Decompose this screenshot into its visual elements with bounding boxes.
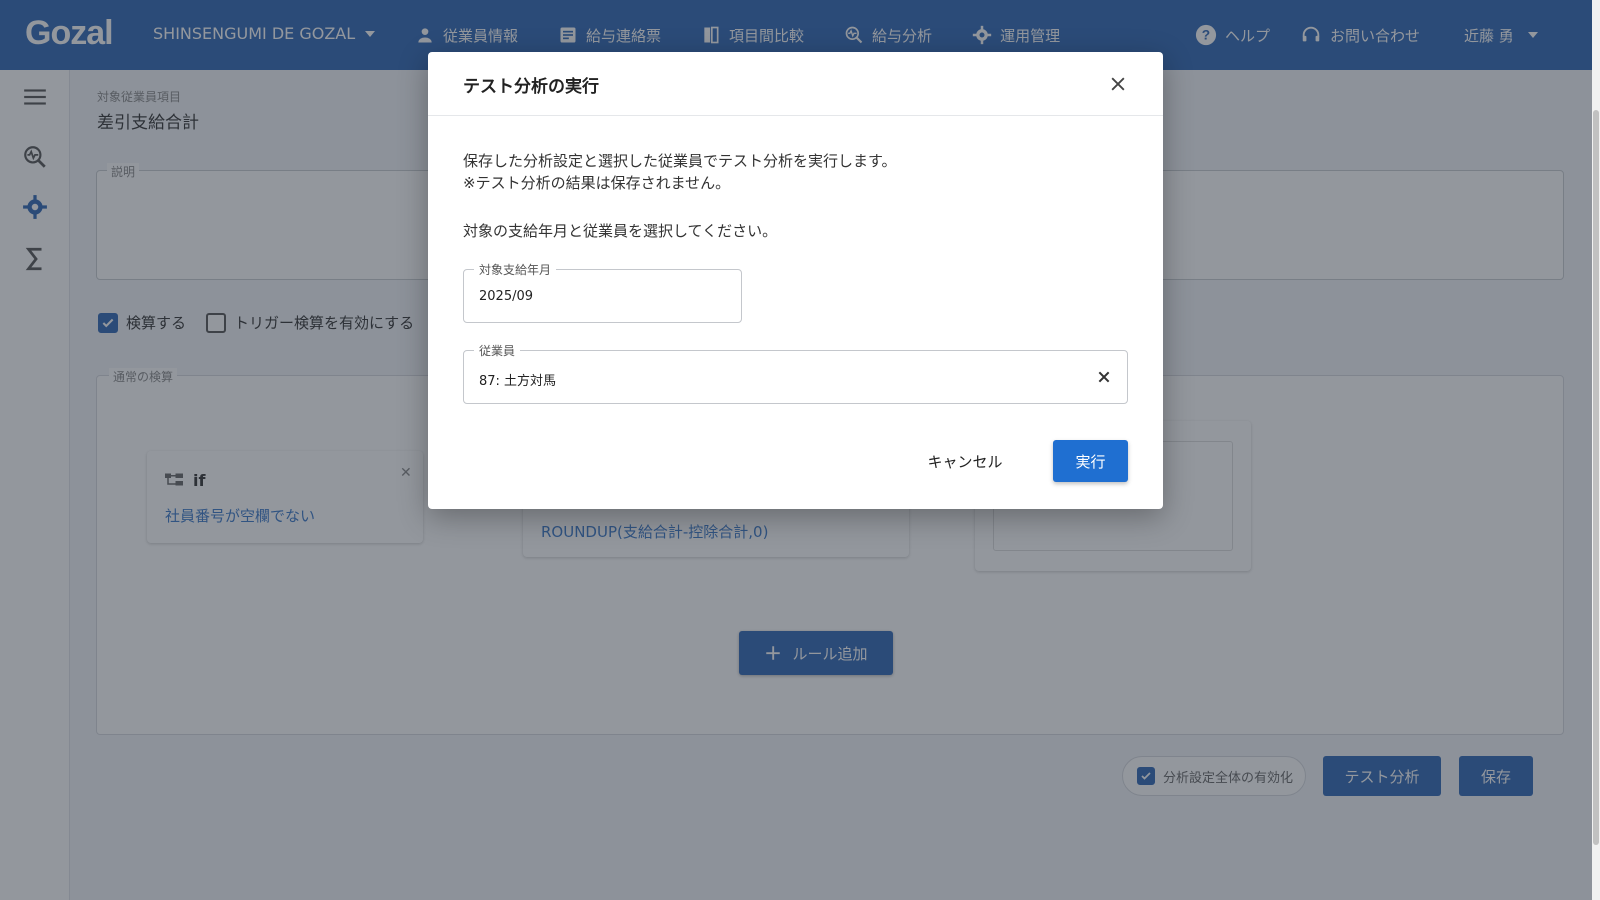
close-icon[interactable] xyxy=(1104,70,1132,98)
scrollbar-thumb[interactable] xyxy=(1593,110,1599,845)
cancel-button[interactable]: キャンセル xyxy=(915,440,1015,482)
dialog-description-line2: ※テスト分析の結果は保存されません。 xyxy=(463,174,731,192)
payment-month-label: 対象支給年月 xyxy=(474,261,557,278)
scrollbar[interactable] xyxy=(1592,0,1600,900)
employee-value: 87: 土方対馬 xyxy=(479,374,557,389)
payment-month-field[interactable]: 対象支給年月 2025/09 xyxy=(463,261,742,323)
run-button[interactable]: 実行 xyxy=(1053,440,1128,482)
dialog-description-line1: 保存した分析設定と選択した従業員でテスト分析を実行します。 xyxy=(463,152,897,170)
dialog-header: テスト分析の実行 xyxy=(428,52,1163,116)
dialog-description: 保存した分析設定と選択した従業員でテスト分析を実行します。 ※テスト分析の結果は… xyxy=(463,150,897,194)
employee-label: 従業員 xyxy=(474,342,521,359)
clear-icon[interactable] xyxy=(1094,367,1114,387)
test-analysis-dialog: テスト分析の実行 保存した分析設定と選択した従業員でテスト分析を実行します。 ※… xyxy=(428,52,1163,509)
employee-field[interactable]: 従業員 87: 土方対馬 xyxy=(463,342,1128,404)
payment-month-value: 2025/09 xyxy=(479,289,534,304)
dialog-title: テスト分析の実行 xyxy=(463,77,599,97)
dialog-instruction: 対象の支給年月と従業員を選択してください。 xyxy=(463,222,778,240)
